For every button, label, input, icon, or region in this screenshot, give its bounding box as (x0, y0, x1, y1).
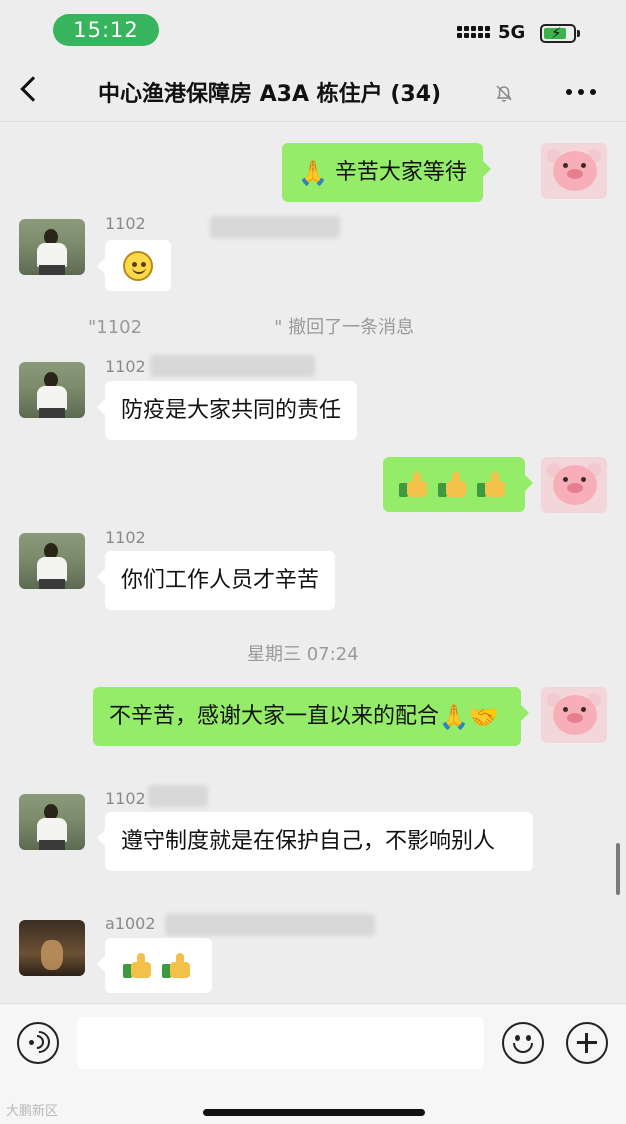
avatar-self[interactable] (541, 687, 607, 743)
thumbs-up-emoji (438, 471, 468, 499)
message-bubble-self[interactable]: 🙏 辛苦大家等待 (282, 143, 491, 202)
pray-hands-emoji: 🙏 (298, 159, 328, 187)
message-bubble-other[interactable]: 遵守制度就是在保护自己，不影响别人 (97, 812, 533, 871)
redacted-name (150, 355, 315, 377)
chat-title: 中心渔港保障房 A3A 栋住户 (34) (98, 82, 442, 107)
message-input[interactable] (77, 1017, 484, 1069)
avatar-self[interactable] (541, 143, 607, 199)
message-text: 遵守制度就是在保护自己，不影响别人 (121, 829, 496, 854)
avatar-member[interactable] (19, 533, 85, 589)
voice-icon[interactable] (17, 1022, 59, 1064)
chat-header: 中心渔港保障房 A3A 栋住户 (34) (0, 56, 626, 122)
sender-nickname: a1002 (105, 914, 156, 933)
recall-notice: "1102 " 撤回了一条消息 (88, 317, 415, 338)
message-bubble-other[interactable]: 防疫是大家共同的责任 (96, 381, 358, 440)
thumbs-up-emoji (123, 952, 153, 980)
avatar-member[interactable] (19, 219, 85, 275)
emoji-icon[interactable] (502, 1022, 544, 1064)
home-indicator[interactable] (203, 1109, 425, 1116)
avatar-member[interactable] (19, 920, 85, 976)
message-text: 辛苦大家等待 (334, 160, 467, 185)
redacted-name (148, 785, 208, 807)
sender-nickname: 1102 (105, 214, 146, 233)
message-bubble-other[interactable] (97, 240, 171, 291)
message-bubble-self[interactable]: 不辛苦，感谢大家一直以来的配合🙏🤝 (93, 687, 529, 746)
sender-nickname: 1102 (105, 357, 146, 376)
avatar-member[interactable] (19, 362, 85, 418)
redacted-name (165, 914, 375, 936)
signal-icon (457, 25, 491, 43)
message-text: 你们工作人员才辛苦 (121, 568, 320, 593)
network-type: 5G (498, 22, 526, 43)
redacted-name (210, 216, 340, 238)
avatar-member[interactable] (19, 794, 85, 850)
status-bar: 15:12 5G ⚡ (0, 0, 626, 56)
timestamp: 星期三 07:24 (247, 644, 359, 665)
message-text: 防疫是大家共同的责任 (121, 398, 342, 423)
scrollbar[interactable] (616, 843, 620, 895)
message-bubble-self[interactable] (383, 457, 533, 512)
smile-emoji (123, 251, 153, 281)
input-bar: 大鹏新区 (0, 1003, 626, 1124)
thumbs-up-emoji (399, 471, 429, 499)
thumbs-up-emoji (477, 471, 507, 499)
watermark: 大鹏新区 (6, 1104, 59, 1119)
message-bubble-other[interactable] (97, 938, 212, 993)
back-arrow-icon[interactable] (20, 76, 46, 102)
status-time: 15:12 (53, 14, 159, 46)
message-text: 不辛苦，感谢大家一直以来的配合 (109, 704, 440, 729)
sender-nickname: 1102 (105, 789, 146, 808)
battery-icon: ⚡ (540, 24, 580, 43)
thumbs-up-emoji (162, 952, 192, 980)
sender-nickname: 1102 (105, 528, 146, 547)
mute-bell-icon (496, 85, 512, 102)
avatar-self[interactable] (541, 457, 607, 513)
message-bubble-other[interactable]: 你们工作人员才辛苦 (96, 551, 336, 610)
more-icon[interactable] (566, 89, 598, 97)
pray-hands-emoji: 🙏 (439, 703, 469, 731)
plus-icon[interactable] (566, 1022, 608, 1064)
handshake-emoji: 🤝 (468, 703, 499, 731)
message-list[interactable]: 🙏 辛苦大家等待 1102 "1102 " 撤回了一条消息 1102 防疫是大家共… (0, 123, 626, 1003)
